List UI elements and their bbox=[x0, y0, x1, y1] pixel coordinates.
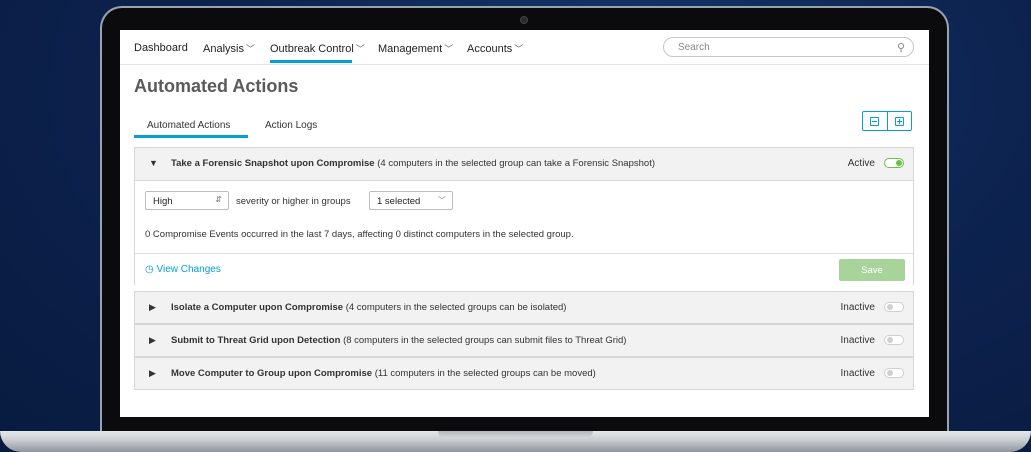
panel-description: (4 computers in the selected group can t… bbox=[377, 158, 655, 169]
nav-label: Management bbox=[378, 43, 443, 55]
severity-select[interactable]: High ⇵ bbox=[145, 191, 229, 210]
nav-item-management[interactable]: Management ﹀ bbox=[378, 42, 453, 55]
panel-title: Move Computer to Group upon Compromise (… bbox=[171, 368, 596, 379]
nav-label: Dashboard bbox=[134, 42, 188, 54]
tab-bar: Automated Actions Action Logs bbox=[134, 120, 915, 138]
triangle-down-icon[interactable]: ▼ bbox=[149, 158, 158, 168]
nav-label: Accounts bbox=[467, 43, 513, 55]
status-label: Inactive bbox=[840, 335, 875, 346]
status-label: Active bbox=[847, 158, 875, 169]
toggle-knob bbox=[887, 337, 893, 343]
action-panel-isolate: ▶ Isolate a Computer upon Compromise (4 … bbox=[134, 291, 914, 324]
events-summary: 0 Compromise Events occurred in the last… bbox=[145, 229, 574, 240]
action-panel-move-computer: ▶ Move Computer to Group upon Compromise… bbox=[134, 357, 914, 390]
status-label: Inactive bbox=[840, 302, 875, 313]
inactive-toggle[interactable] bbox=[884, 302, 904, 312]
panel-header[interactable]: ▶ Move Computer to Group upon Compromise… bbox=[135, 358, 913, 390]
view-changes-label: View Changes bbox=[156, 264, 221, 275]
severity-value: High bbox=[153, 196, 173, 207]
expand-collapse-group bbox=[862, 111, 912, 131]
status-label: Inactive bbox=[840, 368, 875, 379]
panel-title: Isolate a Computer upon Compromise (4 co… bbox=[171, 302, 566, 313]
search-icon[interactable]: ⚲ bbox=[897, 41, 905, 54]
panel-body: High ⇵ severity or higher in groups 1 se… bbox=[135, 180, 913, 285]
action-panel-forensic-snapshot: ▼ Take a Forensic Snapshot upon Compromi… bbox=[134, 147, 914, 285]
panel-footer: ◷ View Changes Save bbox=[135, 253, 913, 286]
nav-item-analysis[interactable]: Analysis ﹀ bbox=[203, 42, 255, 55]
expand-all-icon bbox=[894, 116, 904, 126]
view-changes-link[interactable]: ◷ View Changes bbox=[145, 264, 221, 275]
inactive-toggle[interactable] bbox=[884, 368, 904, 378]
action-panel-threat-grid: ▶ Submit to Threat Grid upon Detection (… bbox=[134, 324, 914, 357]
laptop-notch bbox=[438, 431, 593, 439]
chevron-down-icon: ﹀ bbox=[438, 196, 446, 205]
camera-dot bbox=[520, 16, 528, 24]
toggle-knob bbox=[887, 304, 893, 310]
severity-suffix: severity or higher in groups bbox=[236, 196, 351, 207]
toggle-knob bbox=[896, 160, 902, 166]
panel-title-bold: Move Computer to Group upon Compromise bbox=[171, 368, 373, 379]
tab-action-logs[interactable]: Action Logs bbox=[265, 120, 317, 131]
chevron-down-icon: ﹀ bbox=[245, 44, 255, 54]
panel-header[interactable]: ▶ Isolate a Computer upon Compromise (4 … bbox=[135, 292, 913, 324]
groups-select[interactable]: 1 selected ﹀ bbox=[369, 191, 453, 210]
nav-item-dashboard[interactable]: Dashboard bbox=[134, 42, 188, 54]
save-button[interactable]: Save bbox=[839, 259, 905, 281]
panel-title: Submit to Threat Grid upon Detection (8 … bbox=[171, 335, 626, 346]
panel-description: (8 computers in the selected groups can … bbox=[343, 335, 627, 346]
collapse-all-icon bbox=[870, 116, 880, 126]
triangle-right-icon[interactable]: ▶ bbox=[149, 302, 156, 313]
panel-title-bold: Isolate a Computer upon Compromise bbox=[171, 302, 344, 313]
panel-header[interactable]: ▼ Take a Forensic Snapshot upon Compromi… bbox=[135, 148, 913, 180]
nav-label: Outbreak Control bbox=[270, 43, 354, 55]
search-placeholder: Search bbox=[678, 42, 710, 53]
top-nav: Dashboard Analysis ﹀ Outbreak Control ﹀ Ma… bbox=[120, 30, 929, 65]
chevron-down-icon: ﹀ bbox=[355, 44, 365, 54]
expand-all-button[interactable] bbox=[886, 112, 912, 130]
chevron-down-icon: ﹀ bbox=[514, 44, 524, 54]
triangle-right-icon[interactable]: ▶ bbox=[149, 368, 156, 379]
triangle-right-icon[interactable]: ▶ bbox=[149, 335, 156, 346]
active-tab-indicator bbox=[134, 135, 248, 138]
search-input[interactable]: Search ⚲ bbox=[663, 37, 914, 57]
panel-description: (4 computers in the selected groups can … bbox=[345, 302, 567, 313]
active-nav-indicator bbox=[270, 60, 352, 63]
panel-title-bold: Submit to Threat Grid upon Detection bbox=[171, 335, 341, 346]
page-title: Automated Actions bbox=[134, 76, 299, 96]
nav-item-accounts[interactable]: Accounts ﹀ bbox=[467, 42, 523, 55]
tab-automated-actions[interactable]: Automated Actions bbox=[147, 120, 230, 131]
panel-title-bold: Take a Forensic Snapshot upon Compromise bbox=[171, 158, 375, 169]
inactive-toggle[interactable] bbox=[884, 335, 904, 345]
collapse-all-button[interactable] bbox=[863, 112, 887, 130]
groups-value: 1 selected bbox=[377, 196, 421, 207]
clock-icon: ◷ bbox=[145, 264, 154, 275]
app-screen: Dashboard Analysis ﹀ Outbreak Control ﹀ Ma… bbox=[120, 30, 929, 417]
nav-item-outbreak-control[interactable]: Outbreak Control ﹀ bbox=[270, 42, 365, 55]
nav-label: Analysis bbox=[203, 43, 244, 55]
chevron-down-icon: ﹀ bbox=[444, 44, 454, 54]
panel-description: (11 computers in the selected groups can… bbox=[374, 368, 596, 379]
active-toggle[interactable] bbox=[884, 158, 904, 168]
toggle-knob bbox=[887, 370, 893, 376]
panel-title: Take a Forensic Snapshot upon Compromise… bbox=[171, 158, 655, 169]
updown-arrow-icon: ⇵ bbox=[215, 195, 222, 204]
panel-header[interactable]: ▶ Submit to Threat Grid upon Detection (… bbox=[135, 325, 913, 357]
